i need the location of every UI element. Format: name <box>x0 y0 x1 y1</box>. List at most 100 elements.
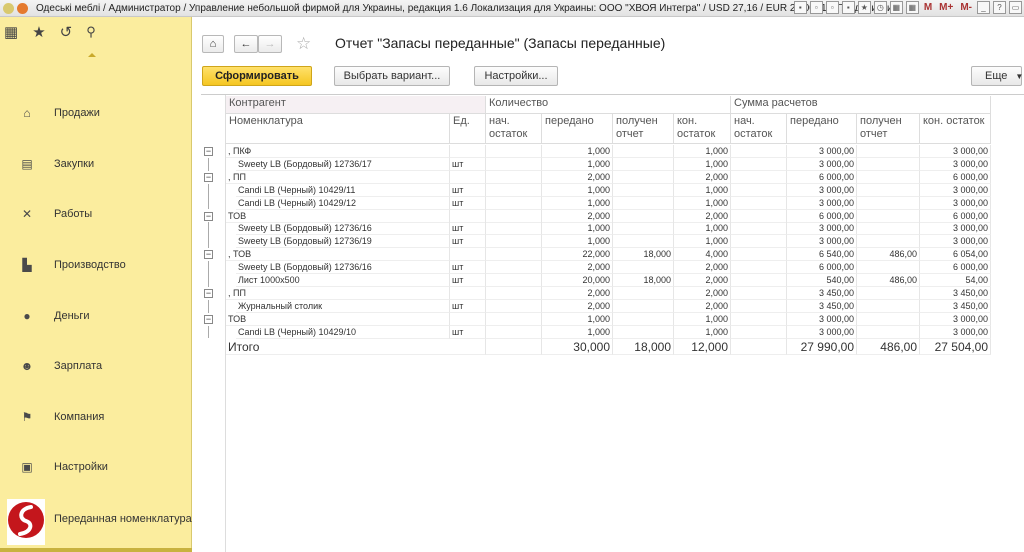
menu-icon[interactable] <box>17 2 28 14</box>
cell-qe: 1,000 <box>674 183 731 197</box>
total-sp: 27 990,00 <box>787 338 857 355</box>
page-title: Отчет "Запасы переданные" (Запасы переда… <box>335 35 666 51</box>
cell-sp: 3 000,00 <box>787 183 857 197</box>
settings-icon: ▣ <box>21 460 33 474</box>
restore-icon[interactable]: ▭ <box>1009 1 1022 14</box>
preview-icon[interactable]: ▫ <box>825 1 839 14</box>
header-s-start: нач. остаток <box>731 114 787 144</box>
cell-qe: 2,000 <box>674 261 731 275</box>
settings-button[interactable]: Настройки... <box>474 66 558 86</box>
collapse-group-icon[interactable]: − <box>204 211 213 221</box>
report-table[interactable]: − − − − − − Контрагент Номенклатура Ед. Колич… <box>201 94 1024 552</box>
cell-qe: 1,000 <box>674 145 731 158</box>
favorites-star-icon[interactable]: ★ <box>32 23 45 41</box>
collapse-group-icon[interactable]: − <box>204 288 213 298</box>
favorite-star-icon[interactable]: ☆ <box>296 34 311 54</box>
cell-qp: 1,000 <box>542 325 613 339</box>
header-s-recv: получен отчет <box>857 114 920 144</box>
cell-ss <box>731 183 787 197</box>
app-icon[interactable] <box>3 2 14 14</box>
cell-unit <box>450 170 486 184</box>
help-icon[interactable]: ? <box>993 1 1006 14</box>
cell-unit <box>450 248 486 262</box>
calendar-icon[interactable]: ▦ <box>889 1 903 14</box>
cell-qs <box>486 170 542 184</box>
cell-qp: 1,000 <box>542 235 613 249</box>
company-logo <box>7 499 45 545</box>
cell-qe: 4,000 <box>674 248 731 262</box>
collapse-group-icon[interactable]: − <box>204 314 213 324</box>
cell-sr <box>857 157 920 171</box>
cell-sp: 6 000,00 <box>787 209 857 223</box>
search-icon[interactable]: ⚲ <box>86 24 96 40</box>
forward-button[interactable]: → <box>258 35 282 53</box>
back-button[interactable]: ← <box>234 35 258 53</box>
sidebar-item-production[interactable]: ▙ Производство <box>0 255 192 275</box>
link-icon[interactable]: ▪ <box>841 1 855 14</box>
cell-name: Sweety LB (Бордовый) 12736/16 <box>236 261 450 275</box>
cell-qe: 1,000 <box>674 325 731 339</box>
favorite-icon[interactable]: ★ <box>857 1 871 14</box>
cell-qp: 22,000 <box>542 248 613 262</box>
cell-sp: 3 000,00 <box>787 222 857 236</box>
sidebar-item-purchases[interactable]: ▤ Закупки <box>0 154 192 174</box>
cell-unit: шт <box>450 222 486 236</box>
choose-variant-button[interactable]: Выбрать вариант... <box>334 66 450 86</box>
cell-sr <box>857 235 920 249</box>
group-line <box>208 196 209 210</box>
cell-ss <box>731 196 787 210</box>
cell-qr <box>613 299 674 313</box>
cell-qp: 2,000 <box>542 299 613 313</box>
collapse-group-icon[interactable]: − <box>204 250 213 260</box>
calculator-icon[interactable]: ▦ <box>905 1 919 14</box>
collapse-group-icon[interactable]: − <box>204 172 213 182</box>
more-button[interactable]: Еще ▼ <box>971 66 1023 86</box>
cell-sr <box>857 170 920 184</box>
cell-se: 3 450,00 <box>920 299 991 313</box>
sidebar-item-label: Компания <box>54 411 105 423</box>
collapse-group-icon[interactable]: − <box>204 147 213 156</box>
sidebar-item-works[interactable]: ✕ Работы <box>0 204 192 224</box>
memory-minus-button[interactable]: M- <box>958 2 974 13</box>
sidebar-item-salary[interactable]: ☻ Зарплата <box>0 356 192 376</box>
cell-qs <box>486 196 542 210</box>
minimize-icon[interactable]: _ <box>977 1 990 14</box>
collapse-arrow-icon[interactable] <box>88 53 96 57</box>
cart-icon: ▤ <box>21 157 33 171</box>
header-q-end: кон. остаток <box>674 114 731 144</box>
cell-qr <box>613 286 674 300</box>
sidebar-item-money[interactable]: ● Деньги <box>0 306 192 326</box>
cell-sr <box>857 261 920 275</box>
memory-plus-button[interactable]: M+ <box>937 2 955 13</box>
cell-sp: 3 000,00 <box>787 145 857 158</box>
sidebar-item-sales[interactable]: ⌂ Продажи <box>0 103 192 123</box>
cell-se: 3 000,00 <box>920 235 991 249</box>
cell-sr <box>857 222 920 236</box>
cell-sr <box>857 145 920 158</box>
cell-name: Sweety LB (Бордовый) 12736/19 <box>236 235 450 249</box>
sidebar-toolbar: ▦ ★ ↺ ⚲ <box>0 17 191 47</box>
header-q-sent: передано <box>542 114 613 144</box>
cell-sp: 6 540,00 <box>787 248 857 262</box>
header-unit: Ед. <box>450 114 486 144</box>
cell-name: Candi LB (Черный) 10429/11 <box>236 183 450 197</box>
print-icon[interactable]: ▫ <box>809 1 823 14</box>
factory-icon: ▙ <box>22 258 32 272</box>
apps-grid-icon[interactable]: ▦ <box>4 23 18 41</box>
history-icon[interactable]: ↺ <box>60 23 73 41</box>
sidebar-item-company[interactable]: ⚑ Компания <box>0 407 192 427</box>
generate-button[interactable]: Сформировать <box>202 66 312 86</box>
memory-button[interactable]: M <box>922 2 934 13</box>
cell-sp: 3 000,00 <box>787 235 857 249</box>
cell-qr <box>613 145 674 158</box>
cell-qs <box>486 325 542 339</box>
coin-icon: ● <box>23 309 31 323</box>
home-button[interactable]: ⌂ <box>202 35 224 53</box>
cell-qe: 2,000 <box>674 299 731 313</box>
sidebar-item-settings[interactable]: ▣ Настройки <box>0 457 192 477</box>
save-icon[interactable]: ▪ <box>793 1 807 14</box>
cell-qp: 1,000 <box>542 145 613 158</box>
history-icon[interactable]: ◷ <box>873 1 887 14</box>
sidebar-item-label: Продажи <box>54 107 100 119</box>
cell-ss <box>731 325 787 339</box>
